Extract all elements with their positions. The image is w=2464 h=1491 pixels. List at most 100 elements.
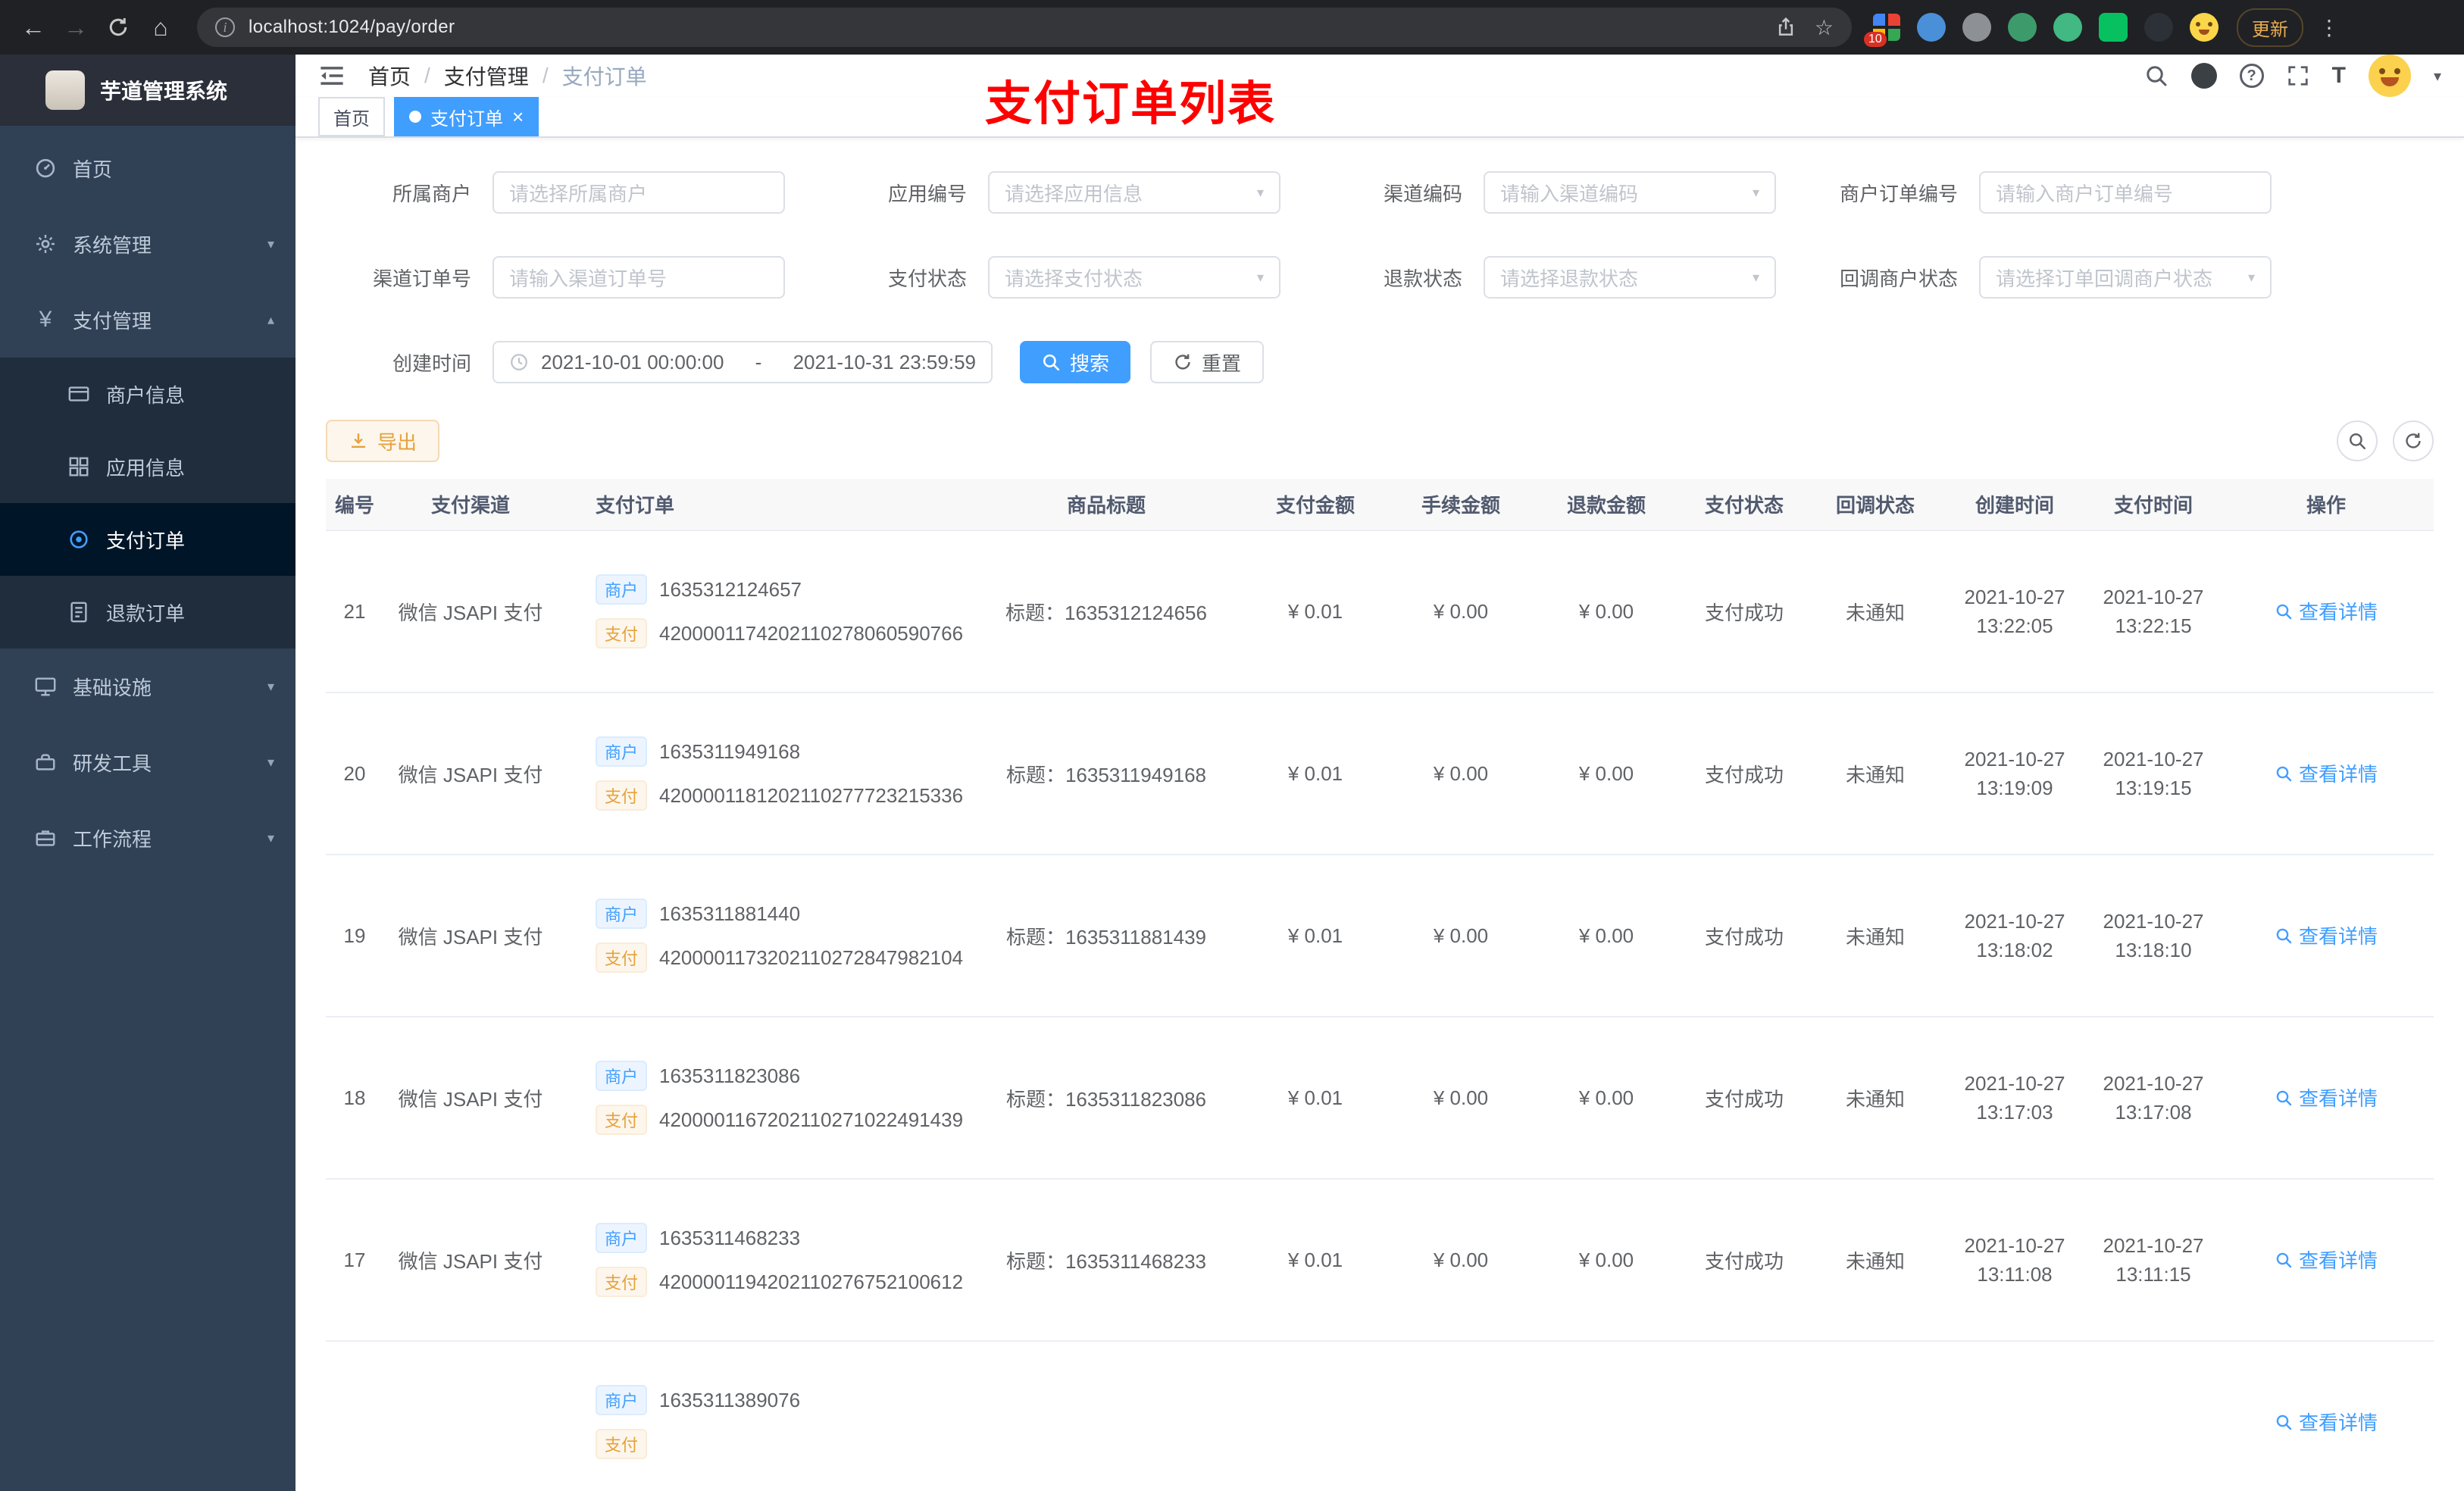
- cell-created: [1941, 1341, 2088, 1491]
- browser-update-button[interactable]: 更新: [2237, 8, 2303, 47]
- breadcrumb-home[interactable]: 首页: [368, 61, 411, 91]
- github-icon[interactable]: [2190, 63, 2217, 89]
- cell-title: 标题：1635311468233: [970, 1179, 1243, 1342]
- col-pay-status: 支付状态: [1679, 479, 1809, 531]
- extension-icon-dark[interactable]: [2144, 13, 2173, 42]
- view-detail-link[interactable]: 查看详情: [2275, 1083, 2378, 1111]
- cell-created: 2021-10-27 13:22:05: [1941, 530, 2088, 693]
- browser-back-button[interactable]: ←: [12, 6, 55, 48]
- chevron-down-icon: ▾: [267, 754, 274, 770]
- cell-amount: [1243, 1341, 1388, 1491]
- payment-submenu: 商户信息 应用信息 支付订单 退款订单: [0, 358, 295, 649]
- merchant-tag: 商户: [596, 1223, 648, 1253]
- chevron-up-icon: ▴: [267, 311, 274, 327]
- channel-order-no-input[interactable]: 请输入渠道订单号: [492, 256, 785, 299]
- app-logo[interactable]: 芋道管理系统: [0, 55, 295, 126]
- extension-icon-gray[interactable]: [1962, 13, 1991, 42]
- document-icon: [67, 601, 91, 624]
- search-icon: [2276, 1252, 2292, 1268]
- browser-menu-icon[interactable]: ⋮: [2319, 15, 2340, 40]
- extension-icon-chat[interactable]: [2099, 13, 2128, 42]
- table-row: 20 微信 JSAPI 支付 商户 1635311949168 支付 42000…: [326, 692, 2434, 855]
- avatar-caret-icon[interactable]: ▾: [2434, 67, 2441, 86]
- view-detail-link[interactable]: 查看详情: [2275, 1246, 2378, 1274]
- pay-status-select[interactable]: 请选择支付状态 ▾: [988, 256, 1280, 299]
- create-time-range-picker[interactable]: 2021-10-01 00:00:00 - 2021-10-31 23:59:5…: [492, 341, 993, 383]
- chevron-down-icon: ▾: [1752, 269, 1759, 285]
- extension-icon-green[interactable]: [2008, 13, 2037, 42]
- cell-amount: ¥ 0.01: [1243, 530, 1388, 693]
- cell-channel: 微信 JSAPI 支付: [383, 1017, 558, 1180]
- view-detail-link[interactable]: 查看详情: [2275, 1408, 2378, 1436]
- pay-tag: 支付: [596, 1429, 648, 1459]
- sidebar-item-refund-order[interactable]: 退款订单: [0, 576, 295, 649]
- cell-pay-status: 支付成功: [1679, 692, 1809, 855]
- sidebar-item-label: 应用信息: [106, 456, 186, 480]
- view-detail-link[interactable]: 查看详情: [2275, 597, 2378, 625]
- browser-forward-button[interactable]: →: [55, 6, 97, 48]
- fullscreen-icon[interactable]: [2287, 64, 2309, 87]
- font-size-icon[interactable]: T: [2332, 63, 2346, 89]
- filter-label: 商户订单编号: [1839, 182, 1958, 205]
- sidebar-item-devtools[interactable]: 研发工具 ▾: [0, 724, 295, 800]
- sidebar-item-system[interactable]: 系统管理 ▾: [0, 206, 295, 282]
- channel-code-select[interactable]: 请输入渠道编码 ▾: [1484, 171, 1776, 214]
- share-icon[interactable]: [1775, 17, 1796, 38]
- merchant-order-no: 1635311949168: [659, 739, 801, 763]
- chevron-down-icon: ▾: [267, 236, 274, 252]
- sidebar-item-home[interactable]: 首页: [0, 130, 295, 206]
- site-info-icon[interactable]: i: [215, 17, 235, 37]
- bookmark-star-icon[interactable]: ☆: [1815, 15, 1834, 40]
- view-detail-link[interactable]: 查看详情: [2275, 759, 2378, 787]
- refund-status-select[interactable]: 请选择退款状态 ▾: [1484, 256, 1776, 299]
- filter-row-2: 渠道订单号 请输入渠道订单号 支付状态 请选择支付状态 ▾ 退款状态 请选择退款…: [326, 256, 2434, 299]
- filter-label: 应用编号: [887, 182, 967, 205]
- view-detail-link[interactable]: 查看详情: [2275, 921, 2378, 949]
- cell-channel: 微信 JSAPI 支付: [383, 530, 558, 693]
- cell-order: 商户 1635311468233 支付 42000011942021102767…: [558, 1179, 970, 1342]
- col-amount: 支付金额: [1243, 479, 1388, 531]
- extension-icon-emoji[interactable]: [2190, 13, 2219, 42]
- header-search-icon[interactable]: [2144, 64, 2169, 88]
- toggle-search-button[interactable]: [2337, 420, 2378, 461]
- breadcrumb-payment[interactable]: 支付管理: [444, 61, 529, 91]
- app-select[interactable]: 请选择应用信息 ▾: [988, 171, 1280, 214]
- tab-home[interactable]: 首页: [318, 97, 385, 136]
- pay-order-no: 4200001167202110271022491439: [659, 1108, 964, 1131]
- cell-fee: [1388, 1341, 1534, 1491]
- help-icon[interactable]: ?: [2239, 64, 2264, 88]
- search-icon: [2276, 928, 2292, 943]
- tab-pay-order[interactable]: 支付订单 ×: [394, 97, 539, 136]
- cell-pay-status: 支付成功: [1679, 530, 1809, 693]
- merchant-order-no-input[interactable]: 请输入商户订单编号: [1979, 171, 2272, 214]
- url-text[interactable]: localhost:1024/pay/order: [249, 17, 455, 38]
- sidebar-item-app-info[interactable]: 应用信息: [0, 430, 295, 503]
- close-icon[interactable]: ×: [512, 107, 524, 127]
- notify-status-select[interactable]: 请选择订单回调商户状态 ▾: [1979, 256, 2272, 299]
- sidebar-item-workflow[interactable]: 工作流程 ▾: [0, 800, 295, 876]
- browser-home-button[interactable]: ⌂: [139, 6, 182, 48]
- reset-button[interactable]: 重置: [1150, 341, 1265, 383]
- export-button[interactable]: 导出: [326, 420, 440, 462]
- extension-icon-vue[interactable]: [2053, 13, 2082, 42]
- user-avatar[interactable]: [2368, 55, 2411, 97]
- cell-channel: [383, 1341, 558, 1491]
- orders-table: 编号 支付渠道 支付订单 商品标题 支付金额 手续金额 退款金额 支付状态 回调…: [326, 479, 2434, 1491]
- hamburger-icon[interactable]: [318, 62, 346, 89]
- search-button[interactable]: 搜索: [1020, 341, 1131, 383]
- browser-reload-button[interactable]: [97, 6, 139, 48]
- address-bar[interactable]: i localhost:1024/pay/order ☆: [197, 8, 1852, 47]
- pay-order-no: 4200001174202110278060590766: [659, 621, 964, 645]
- extension-icon-blue[interactable]: [1917, 13, 1946, 42]
- sidebar-item-payment[interactable]: ¥ 支付管理 ▴: [0, 282, 295, 358]
- cell-paid: 2021-10-27 13:22:15: [2088, 530, 2219, 693]
- cell-order: 商户 1635311823086 支付 42000011672021102710…: [558, 1017, 970, 1180]
- sidebar-item-merchant-info[interactable]: 商户信息: [0, 358, 295, 430]
- refresh-table-button[interactable]: [2393, 420, 2434, 461]
- sidebar-item-infra[interactable]: 基础设施 ▾: [0, 649, 295, 724]
- merchant-select[interactable]: 请选择所属商户: [492, 171, 785, 214]
- sidebar-item-pay-order[interactable]: 支付订单: [0, 503, 295, 576]
- page-content: 所属商户 请选择所属商户 应用编号 请选择应用信息 ▾ 渠道编码 请输入渠道编码: [295, 138, 2464, 1491]
- extension-grid-icon[interactable]: 10: [1864, 14, 1900, 47]
- search-icon: [2276, 766, 2292, 781]
